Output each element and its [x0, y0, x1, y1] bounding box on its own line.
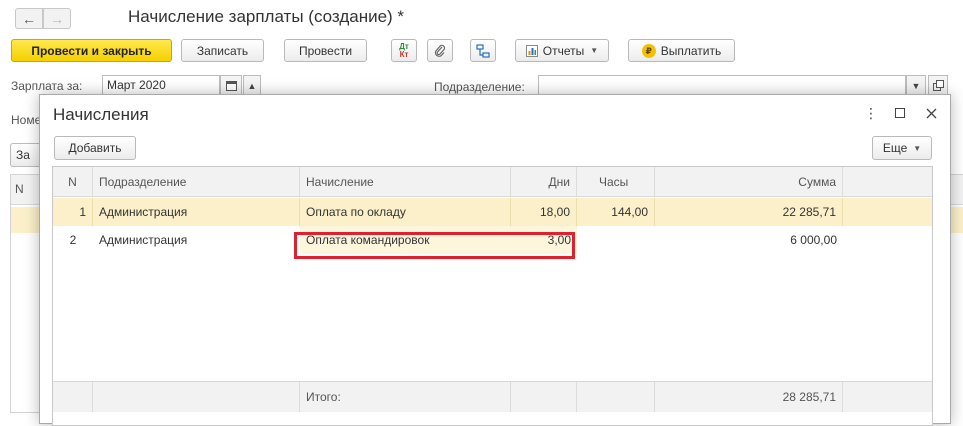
dialog-title: Начисления: [53, 105, 149, 124]
department-field[interactable]: [538, 75, 906, 96]
department-label: Подразделение:: [434, 80, 525, 94]
cell-department[interactable]: Администрация: [93, 198, 300, 226]
close-button[interactable]: [922, 104, 940, 122]
column-header-department[interactable]: Подразделение: [93, 167, 300, 196]
background-selected-row[interactable]: [11, 207, 42, 233]
accruals-table: N Подразделение Начисление Дни Часы Сумм…: [52, 166, 933, 426]
column-header-n[interactable]: N: [53, 167, 93, 196]
salary-for-label: Зарплата за:: [11, 79, 83, 93]
attach-button[interactable]: [427, 39, 453, 62]
chevron-down-icon: ▼: [590, 46, 599, 55]
cell-department[interactable]: Администрация: [93, 226, 300, 254]
chevron-down-icon: ▼: [911, 80, 921, 91]
hierarchy-icon: [476, 43, 490, 58]
number-label: Номе: [11, 113, 42, 127]
arrow-right-icon: →: [50, 10, 64, 27]
document-title: Начисление зарплаты (создание) *: [128, 7, 405, 26]
reports-dropdown[interactable]: Отчеты ▼: [515, 39, 609, 62]
debit-credit-icon: Дт Кт: [399, 41, 409, 59]
calendar-button[interactable]: [220, 75, 242, 96]
cell-hours[interactable]: [577, 226, 655, 254]
vertical-ellipsis-icon: ⋮: [864, 104, 878, 121]
table-row[interactable]: 1 Администрация Оплата по окладу 18,00 1…: [53, 198, 932, 226]
row-number: 1: [53, 198, 93, 226]
calendar-icon: [225, 81, 237, 91]
cell-amount[interactable]: 22 285,71: [655, 198, 843, 226]
department-dropdown-button[interactable]: ▼: [906, 75, 926, 96]
total-amount: 28 285,71: [655, 382, 843, 412]
back-button[interactable]: ←: [15, 8, 43, 29]
pay-button[interactable]: ₽ Выплатить: [628, 39, 735, 62]
accruals-dialog: Начисления ⋮ Добавить Еще ▼ N Подразделе…: [39, 94, 951, 426]
table-header: N Подразделение Начисление Дни Часы Сумм…: [53, 167, 932, 197]
post-button[interactable]: Провести: [284, 39, 367, 62]
add-button[interactable]: Добавить: [54, 136, 136, 160]
salary-period-field[interactable]: Март 2020: [102, 75, 220, 96]
background-grid: N: [10, 174, 42, 413]
background-button[interactable]: За: [10, 143, 42, 167]
column-header-hours[interactable]: Часы: [577, 167, 655, 196]
column-header-amount[interactable]: Сумма: [655, 167, 843, 196]
more-options-button[interactable]: ⋮: [862, 104, 880, 122]
post-and-close-button[interactable]: Провести и закрыть: [11, 39, 172, 62]
paperclip-icon: [434, 44, 446, 57]
forward-button[interactable]: →: [43, 8, 71, 29]
column-header-days[interactable]: Дни: [511, 167, 577, 196]
save-button[interactable]: Записать: [181, 39, 264, 62]
table-footer: Итого: 28 285,71: [53, 381, 932, 412]
cell-accrual[interactable]: Оплата по окладу: [300, 198, 511, 226]
period-spinner[interactable]: ▲: [243, 75, 261, 96]
close-icon: [926, 108, 936, 118]
spin-up-icon: ▲: [247, 80, 257, 91]
structure-button[interactable]: [470, 39, 496, 62]
arrow-left-icon: ←: [22, 10, 36, 27]
cell-amount[interactable]: 6 000,00: [655, 226, 843, 254]
chevron-down-icon: ▼: [913, 143, 922, 153]
column-header-accrual[interactable]: Начисление: [300, 167, 511, 196]
open-form-icon: [932, 80, 944, 91]
cell-hours[interactable]: 144,00: [577, 198, 655, 226]
dt-kt-button[interactable]: Дт Кт: [391, 39, 417, 62]
report-icon: [525, 44, 538, 57]
maximize-icon: [895, 108, 905, 118]
cell-days[interactable]: 18,00: [511, 198, 577, 226]
maximize-button[interactable]: [891, 104, 909, 122]
ruble-coin-icon: ₽: [641, 43, 656, 58]
more-button[interactable]: Еще ▼: [872, 136, 932, 160]
row-number: 2: [69, 233, 77, 247]
highlight-annotation: [294, 232, 575, 259]
total-label: Итого:: [300, 382, 511, 412]
background-grid-header: N: [15, 182, 24, 196]
department-open-button[interactable]: [928, 75, 948, 96]
